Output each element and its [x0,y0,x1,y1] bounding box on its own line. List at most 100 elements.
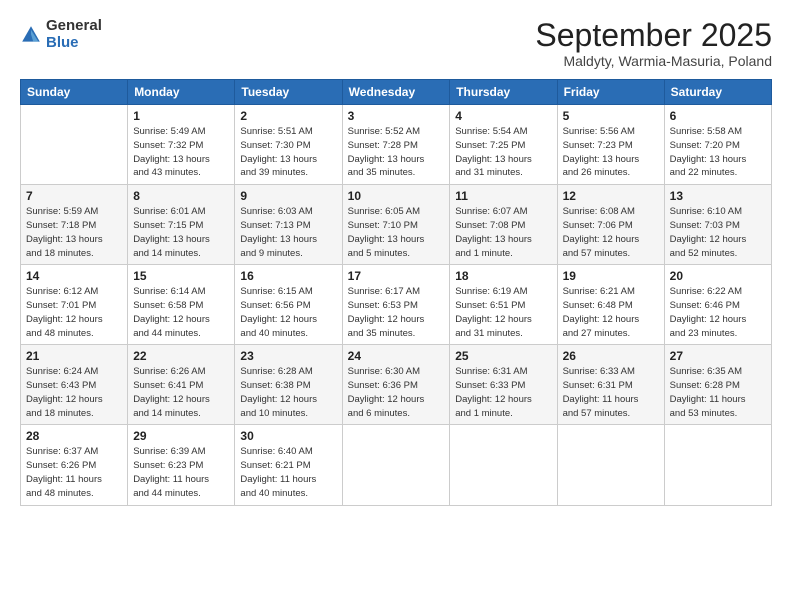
day-info: Sunrise: 6:35 AMSunset: 6:28 PMDaylight:… [670,365,766,420]
day-info: Sunrise: 6:14 AMSunset: 6:58 PMDaylight:… [133,285,229,340]
calendar-cell: 26 Sunrise: 6:33 AMSunset: 6:31 PMDayligh… [557,345,664,425]
calendar-cell: 12 Sunrise: 6:08 AMSunset: 7:06 PMDayligh… [557,185,664,265]
calendar-cell: 1 Sunrise: 5:49 AMSunset: 7:32 PMDaylight… [128,105,235,185]
day-number: 8 [133,189,229,203]
day-number: 16 [240,269,336,283]
calendar-cell: 20 Sunrise: 6:22 AMSunset: 6:46 PMDayligh… [664,265,771,345]
day-number: 11 [455,189,551,203]
day-info: Sunrise: 6:10 AMSunset: 7:03 PMDaylight:… [670,205,766,260]
calendar-cell: 29Sunrise: 6:39 AMSunset: 6:23 PMDayligh… [128,425,235,505]
calendar-week-2: 7Sunrise: 5:59 AMSunset: 7:18 PMDaylight… [21,185,772,265]
calendar-cell: 4Sunrise: 5:54 AMSunset: 7:25 PMDaylight… [450,105,557,185]
calendar-cell: 23Sunrise: 6:28 AMSunset: 6:38 PMDayligh… [235,345,342,425]
calendar-week-4: 21 Sunrise: 6:24 AMSunset: 6:43 PMDayligh… [21,345,772,425]
day-number: 15 [133,269,229,283]
calendar-cell: 17Sunrise: 6:17 AMSunset: 6:53 PMDayligh… [342,265,450,345]
day-number: 5 [563,109,659,123]
day-number: 30 [240,429,336,443]
calendar-header-row: Sunday Monday Tuesday Wednesday Thursday… [21,80,772,105]
day-number: 23 [240,349,336,363]
col-tuesday: Tuesday [235,80,342,105]
day-info: Sunrise: 6:40 AMSunset: 6:21 PMDaylight:… [240,445,336,500]
logo-general-text: General [46,18,102,35]
day-number: 24 [348,349,445,363]
calendar-cell: 10 Sunrise: 6:05 AMSunset: 7:10 PMDayligh… [342,185,450,265]
title-block: September 2025 Maldyty, Warmia-Masuria, … [535,18,772,69]
day-number: 1 [133,109,229,123]
calendar-cell: 24 Sunrise: 6:30 AMSunset: 6:36 PMDayligh… [342,345,450,425]
calendar-cell [342,425,450,505]
day-number: 12 [563,189,659,203]
calendar-cell [557,425,664,505]
day-number: 26 [563,349,659,363]
day-info: Sunrise: 6:12 AMSunset: 7:01 PMDaylight:… [26,285,122,340]
day-info: Sunrise: 6:26 AMSunset: 6:41 PMDaylight:… [133,365,229,420]
day-number: 9 [240,189,336,203]
day-info: Sunrise: 6:03 AMSunset: 7:13 PMDaylight:… [240,205,336,260]
day-number: 27 [670,349,766,363]
calendar-cell: 16 Sunrise: 6:15 AMSunset: 6:56 PMDayligh… [235,265,342,345]
calendar-cell [21,105,128,185]
day-info: Sunrise: 6:19 AMSunset: 6:51 PMDaylight:… [455,285,551,340]
calendar-cell [450,425,557,505]
calendar-cell [664,425,771,505]
calendar-week-5: 28 Sunrise: 6:37 AMSunset: 6:26 PMDayligh… [21,425,772,505]
calendar-cell: 6 Sunrise: 5:58 AMSunset: 7:20 PMDaylight… [664,105,771,185]
day-number: 7 [26,189,122,203]
day-number: 28 [26,429,122,443]
col-wednesday: Wednesday [342,80,450,105]
calendar-cell: 15 Sunrise: 6:14 AMSunset: 6:58 PMDayligh… [128,265,235,345]
day-info: Sunrise: 6:31 AMSunset: 6:33 PMDaylight:… [455,365,551,420]
day-number: 20 [670,269,766,283]
col-monday: Monday [128,80,235,105]
col-friday: Friday [557,80,664,105]
calendar-cell: 2Sunrise: 5:51 AMSunset: 7:30 PMDaylight… [235,105,342,185]
day-info: Sunrise: 5:49 AMSunset: 7:32 PMDaylight:… [133,125,229,180]
day-info: Sunrise: 5:56 AMSunset: 7:23 PMDaylight:… [563,125,659,180]
day-info: Sunrise: 6:05 AMSunset: 7:10 PMDaylight:… [348,205,445,260]
col-saturday: Saturday [664,80,771,105]
day-number: 17 [348,269,445,283]
day-number: 6 [670,109,766,123]
day-number: 29 [133,429,229,443]
day-info: Sunrise: 6:22 AMSunset: 6:46 PMDaylight:… [670,285,766,340]
day-number: 18 [455,269,551,283]
calendar-cell: 21 Sunrise: 6:24 AMSunset: 6:43 PMDayligh… [21,345,128,425]
calendar-cell: 25 Sunrise: 6:31 AMSunset: 6:33 PMDayligh… [450,345,557,425]
calendar-cell: 27 Sunrise: 6:35 AMSunset: 6:28 PMDayligh… [664,345,771,425]
day-number: 22 [133,349,229,363]
day-info: Sunrise: 5:58 AMSunset: 7:20 PMDaylight:… [670,125,766,180]
calendar-cell: 5 Sunrise: 5:56 AMSunset: 7:23 PMDaylight… [557,105,664,185]
day-info: Sunrise: 6:33 AMSunset: 6:31 PMDaylight:… [563,365,659,420]
day-info: Sunrise: 6:15 AMSunset: 6:56 PMDaylight:… [240,285,336,340]
col-thursday: Thursday [450,80,557,105]
month-title: September 2025 [535,18,772,53]
calendar-week-3: 14 Sunrise: 6:12 AMSunset: 7:01 PMDayligh… [21,265,772,345]
day-number: 10 [348,189,445,203]
day-info: Sunrise: 6:08 AMSunset: 7:06 PMDaylight:… [563,205,659,260]
day-info: Sunrise: 6:01 AMSunset: 7:15 PMDaylight:… [133,205,229,260]
calendar-table: Sunday Monday Tuesday Wednesday Thursday… [20,79,772,505]
logo-icon [20,24,42,46]
day-info: Sunrise: 5:54 AMSunset: 7:25 PMDaylight:… [455,125,551,180]
calendar-cell: 28 Sunrise: 6:37 AMSunset: 6:26 PMDayligh… [21,425,128,505]
day-info: Sunrise: 5:52 AMSunset: 7:28 PMDaylight:… [348,125,445,180]
calendar-cell: 11Sunrise: 6:07 AMSunset: 7:08 PMDayligh… [450,185,557,265]
day-number: 21 [26,349,122,363]
calendar-cell: 8 Sunrise: 6:01 AMSunset: 7:15 PMDaylight… [128,185,235,265]
calendar-cell: 3Sunrise: 5:52 AMSunset: 7:28 PMDaylight… [342,105,450,185]
day-info: Sunrise: 6:37 AMSunset: 6:26 PMDaylight:… [26,445,122,500]
calendar-cell: 14 Sunrise: 6:12 AMSunset: 7:01 PMDayligh… [21,265,128,345]
calendar-cell: 18 Sunrise: 6:19 AMSunset: 6:51 PMDayligh… [450,265,557,345]
day-number: 14 [26,269,122,283]
day-info: Sunrise: 6:30 AMSunset: 6:36 PMDaylight:… [348,365,445,420]
day-info: Sunrise: 6:24 AMSunset: 6:43 PMDaylight:… [26,365,122,420]
calendar-cell: 30 Sunrise: 6:40 AMSunset: 6:21 PMDayligh… [235,425,342,505]
day-number: 25 [455,349,551,363]
location-subtitle: Maldyty, Warmia-Masuria, Poland [535,53,772,69]
calendar-cell: 22 Sunrise: 6:26 AMSunset: 6:41 PMDayligh… [128,345,235,425]
day-number: 13 [670,189,766,203]
day-number: 2 [240,109,336,123]
day-number: 19 [563,269,659,283]
calendar-week-1: 1 Sunrise: 5:49 AMSunset: 7:32 PMDaylight… [21,105,772,185]
